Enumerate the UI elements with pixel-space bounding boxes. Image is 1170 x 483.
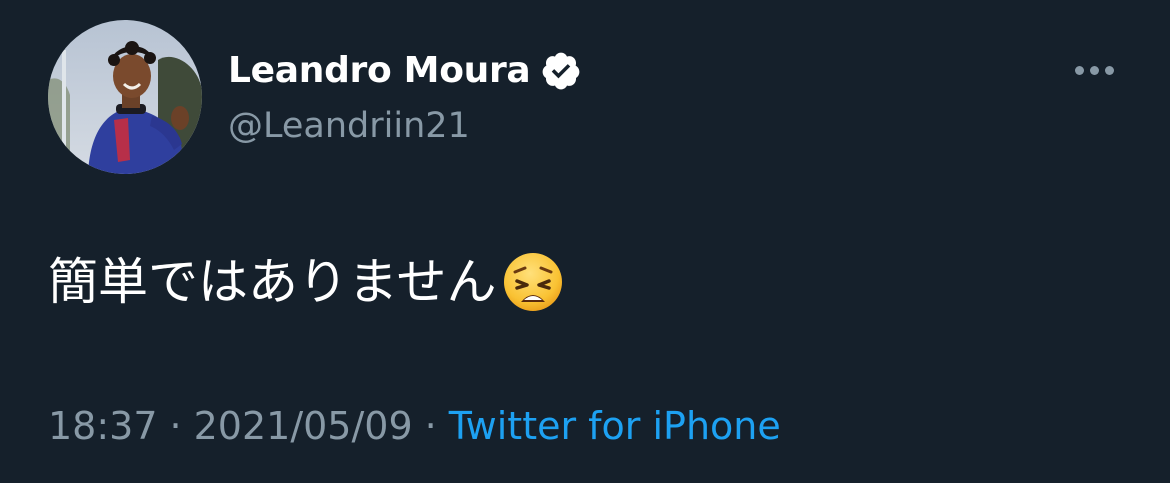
weary-face-emoji-icon xyxy=(501,250,565,314)
tweet-text: 簡単ではありません xyxy=(48,253,497,311)
avatar[interactable] xyxy=(48,20,202,174)
meta-separator: · xyxy=(424,404,437,448)
dot xyxy=(1104,65,1114,75)
meta-separator: · xyxy=(169,404,182,448)
avatar-image xyxy=(48,20,202,174)
tweet-time[interactable]: 18:37 xyxy=(48,398,158,454)
verified-badge-icon xyxy=(540,50,582,92)
author-name-row: Leandro Moura xyxy=(228,46,582,96)
tweet-text-row: 簡単ではありません xyxy=(48,242,565,322)
tweet-card: Leandro Moura @Leandriin21 簡単ではありません 18:… xyxy=(0,0,1170,483)
tweet-date[interactable]: 2021/05/09 xyxy=(194,398,413,454)
tweet-metadata: 18:37 · 2021/05/09 · Twitter for iPhone xyxy=(48,398,781,454)
display-name[interactable]: Leandro Moura xyxy=(228,46,531,96)
author-handle[interactable]: @Leandriin21 xyxy=(228,102,470,150)
dot xyxy=(1074,65,1084,75)
tweet-source-link[interactable]: Twitter for iPhone xyxy=(449,398,781,454)
dot xyxy=(1089,65,1099,75)
more-options-icon[interactable] xyxy=(1068,55,1120,85)
